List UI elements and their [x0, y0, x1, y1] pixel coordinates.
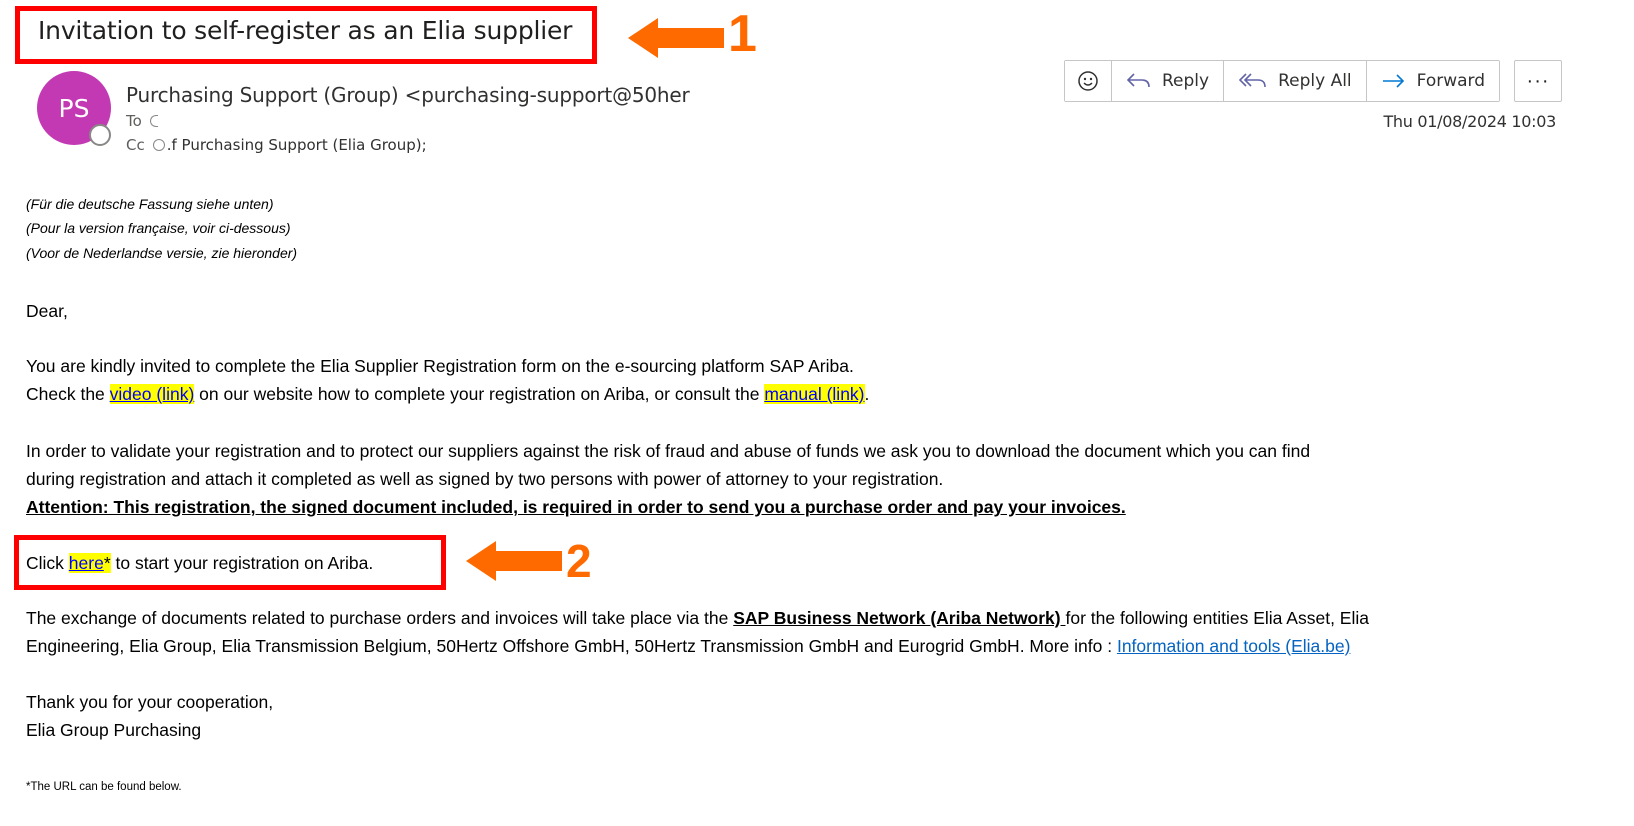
video-link[interactable]: video (link) [109, 384, 195, 404]
reply-label: Reply [1162, 71, 1210, 91]
asterisk: * [103, 553, 111, 573]
reply-all-icon [1238, 73, 1266, 88]
text-segment: Click [26, 553, 69, 573]
to-line: To [126, 112, 158, 130]
forward-label: Forward [1416, 71, 1486, 91]
paragraph-1-line-2: Check the video (link) on our website ho… [26, 384, 869, 405]
registration-link[interactable]: here [68, 553, 104, 573]
presence-status-icon [89, 124, 111, 146]
text-segment: for the following entities Elia Asset, E… [1065, 608, 1369, 628]
sender-name[interactable]: Purchasing Support (Group) <purchasing-s… [126, 83, 690, 107]
attention-notice: Attention: This registration, the signed… [26, 497, 1126, 517]
thanks-line: Thank you for your cooperation, [26, 692, 274, 712]
signature: Elia Group Purchasing [26, 720, 202, 740]
to-label: To [126, 112, 142, 130]
reply-all-button[interactable]: Reply All [1224, 61, 1367, 101]
text-segment: The exchange of documents related to pur… [26, 608, 734, 628]
annotation-arrow-1 [628, 18, 724, 58]
reply-all-label: Reply All [1278, 71, 1352, 91]
cc-line: Cc .f Purchasing Support (Elia Group); [126, 136, 427, 154]
paragraph-4-line-1: The exchange of documents related to pur… [26, 608, 1369, 629]
greeting: Dear, [26, 301, 68, 321]
text-segment: Engineering, Elia Group, Elia Transmissi… [26, 636, 1117, 656]
message-toolbar: Reply Reply All Forward ··· [1064, 60, 1563, 102]
paragraph-2-line-2: during registration and attach it comple… [26, 469, 944, 489]
cc-label: Cc [126, 136, 145, 154]
text-segment: . [864, 384, 870, 404]
language-note-de: (Für die deutsche Fassung siehe unten) [26, 196, 274, 212]
reply-button[interactable]: Reply [1112, 61, 1225, 101]
reply-icon [1126, 73, 1150, 88]
language-note-nl: (Voor de Nederlandse versie, zie hierond… [26, 245, 298, 261]
text-segment: on our website how to complete your regi… [194, 384, 765, 404]
registration-instruction: Click here* to start your registration o… [26, 553, 373, 574]
paragraph-2-line-1: In order to validate your registration a… [26, 441, 1311, 461]
annotation-number-2: 2 [566, 535, 592, 587]
annotation-number-1: 1 [728, 5, 757, 63]
smiley-icon [1078, 71, 1098, 91]
paragraph-4-line-2: Engineering, Elia Group, Elia Transmissi… [26, 636, 1350, 657]
manual-link[interactable]: manual (link) [764, 384, 865, 404]
cc-recipient[interactable]: .f Purchasing Support (Elia Group); [167, 136, 427, 154]
info-tools-link[interactable]: Information and tools (Elia.be) [1117, 636, 1350, 656]
recipient-presence-icon [149, 115, 158, 127]
email-subject: Invitation to self-register as an Elia s… [38, 16, 573, 45]
footnote: *The URL can be found below. [26, 781, 182, 793]
paragraph-1-line-1: You are kindly invited to complete the E… [26, 356, 854, 376]
text-segment: Check the [26, 384, 110, 404]
language-note-fr: (Pour la version française, voir ci-dess… [26, 220, 291, 236]
sent-date: Thu 01/08/2024 10:03 [1383, 112, 1556, 131]
forward-button[interactable]: Forward [1366, 61, 1500, 101]
sap-network-text: SAP Business Network (Ariba Network) [733, 608, 1066, 628]
action-group: Reply Reply All Forward [1064, 60, 1501, 102]
more-actions-button[interactable]: ··· [1514, 60, 1563, 102]
cc-presence-icon [152, 139, 165, 151]
annotation-arrow-2 [466, 541, 562, 581]
emoji-button[interactable] [1065, 61, 1112, 101]
forward-icon [1382, 74, 1404, 88]
text-segment: to start your registration on Ariba. [110, 553, 374, 573]
